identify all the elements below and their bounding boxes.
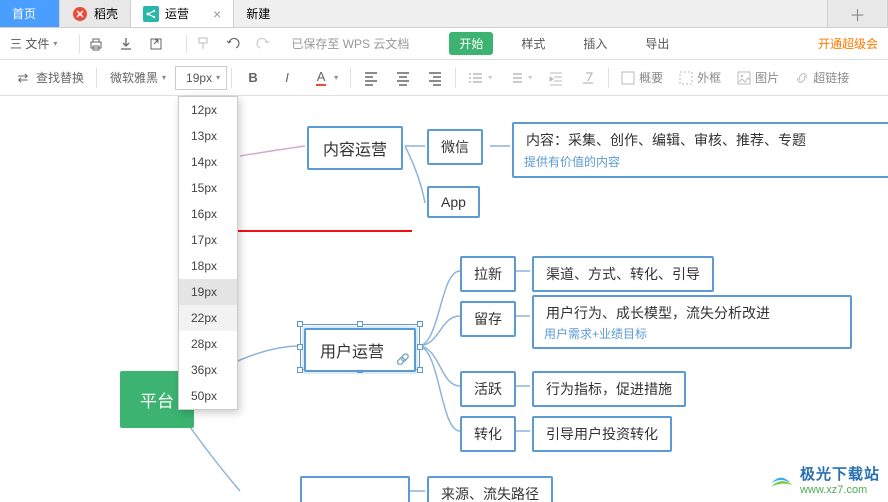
font-size-option[interactable]: 14px bbox=[179, 149, 237, 175]
format-painter-icon[interactable] bbox=[195, 36, 211, 52]
font-size-dropdown[interactable]: 12px13px14px15px16px17px18px19px22px28px… bbox=[178, 96, 238, 410]
tab-home-label: 首页 bbox=[12, 5, 36, 22]
download-icon[interactable] bbox=[118, 36, 134, 52]
font-size-label: 19px bbox=[186, 71, 212, 85]
format-toolbar: ⇄ 查找替换 微软雅黑▾ 19px▾ B I A▾ ▾ ▾ 概要 外框 图片 超… bbox=[0, 60, 888, 96]
node-app[interactable]: App bbox=[427, 186, 480, 218]
mindmap-canvas[interactable]: 平台 内容运营 微信 App 内容：采集、创作、编辑、审核、推荐、专题 提供有价… bbox=[0, 96, 888, 502]
tab-active-label: 运营 bbox=[165, 5, 189, 22]
link-icon: 🔗 bbox=[396, 353, 410, 366]
node-active-desc[interactable]: 行为指标，促进措施 bbox=[532, 371, 686, 407]
outline-label: 概要 bbox=[639, 69, 663, 86]
font-size-option[interactable]: 28px bbox=[179, 331, 237, 357]
node-wechat[interactable]: 微信 bbox=[427, 129, 483, 165]
save-status: 已保存至 WPS 云文档 bbox=[291, 35, 409, 52]
node-source[interactable]: 来源、流失路径 bbox=[427, 476, 553, 502]
find-replace-label: 查找替换 bbox=[36, 69, 84, 86]
watermark-logo bbox=[768, 467, 794, 493]
node-content-note: 提供有价值的内容 bbox=[524, 153, 620, 170]
tab-active[interactable]: 运营 × bbox=[131, 0, 234, 27]
file-menu[interactable]: 三 文件▾ bbox=[10, 35, 57, 52]
tab-new[interactable]: 新建 bbox=[234, 0, 828, 27]
font-size-option[interactable]: 12px bbox=[179, 97, 237, 123]
clear-format-button[interactable] bbox=[572, 65, 604, 91]
file-menu-label: 三 文件 bbox=[10, 35, 49, 52]
node-user-ops[interactable]: 用户运营 🔗 bbox=[304, 328, 416, 372]
redo-icon[interactable] bbox=[255, 36, 271, 52]
node-pull-new[interactable]: 拉新 bbox=[460, 256, 516, 292]
font-size-option[interactable]: 18px bbox=[179, 253, 237, 279]
list-button[interactable]: ▾ bbox=[460, 65, 500, 91]
font-size-option[interactable]: 36px bbox=[179, 357, 237, 383]
docker-icon bbox=[72, 6, 88, 22]
upgrade-link[interactable]: 开通超级会 bbox=[818, 35, 878, 52]
bold-button[interactable]: B bbox=[236, 65, 270, 91]
frame-button[interactable]: 外框 bbox=[671, 65, 729, 91]
tab-home[interactable]: 首页 bbox=[0, 0, 60, 27]
node-retain[interactable]: 留存 bbox=[460, 301, 516, 337]
find-replace[interactable]: ⇄ 查找替换 bbox=[6, 65, 92, 91]
hyperlink-button[interactable]: 超链接 bbox=[787, 65, 857, 91]
node-content-ops[interactable]: 内容运营 bbox=[307, 126, 403, 170]
node-retain-desc[interactable]: 用户行为、成长模型，流失分析改进 用户需求+业绩目标 bbox=[532, 295, 852, 349]
menu-style[interactable]: 样式 bbox=[511, 32, 555, 55]
node-pull-new-desc[interactable]: 渠道、方式、转化、引导 bbox=[532, 256, 714, 292]
tab-bar: 首页 稻壳 运营 × 新建 ＋ bbox=[0, 0, 888, 28]
undo-icon[interactable] bbox=[225, 36, 241, 52]
font-size-option[interactable]: 22px bbox=[179, 305, 237, 331]
numbered-list-button[interactable]: ▾ bbox=[500, 65, 540, 91]
font-size-option[interactable]: 17px bbox=[179, 227, 237, 253]
arrows-icon: ⇄ bbox=[14, 69, 32, 87]
italic-button[interactable]: I bbox=[270, 65, 304, 91]
print-icon[interactable] bbox=[88, 36, 104, 52]
share-icon[interactable] bbox=[148, 36, 164, 52]
indent-button[interactable] bbox=[540, 65, 572, 91]
watermark-url: www.xz7.com bbox=[800, 484, 880, 496]
font-size-select[interactable]: 19px▾ bbox=[175, 66, 227, 90]
node-bottom-blank[interactable] bbox=[300, 476, 410, 502]
align-left-button[interactable] bbox=[355, 65, 387, 91]
node-content-desc[interactable]: 内容：采集、创作、编辑、审核、推荐、专题 提供有价值的内容 bbox=[512, 122, 888, 178]
menu-insert[interactable]: 插入 bbox=[573, 32, 617, 55]
image-label: 图片 bbox=[755, 69, 779, 86]
node-retain-note: 用户需求+业绩目标 bbox=[544, 325, 647, 342]
watermark-name: 极光下载站 bbox=[800, 463, 880, 484]
menu-export[interactable]: 导出 bbox=[635, 32, 679, 55]
font-size-option[interactable]: 50px bbox=[179, 383, 237, 409]
hyperlink-label: 超链接 bbox=[813, 69, 849, 86]
watermark: 极光下载站 www.xz7.com bbox=[768, 463, 880, 496]
font-size-option[interactable]: 16px bbox=[179, 201, 237, 227]
image-button[interactable]: 图片 bbox=[729, 65, 787, 91]
node-convert-desc[interactable]: 引导用户投资转化 bbox=[532, 416, 672, 452]
node-user-ops-text: 用户运营 bbox=[320, 344, 384, 361]
mindmap-icon bbox=[143, 6, 159, 22]
main-toolbar: 三 文件▾ 已保存至 WPS 云文档 开始 样式 插入 导出 开通超级会 bbox=[0, 28, 888, 60]
tab-add[interactable]: ＋ bbox=[828, 0, 888, 27]
node-active[interactable]: 活跃 bbox=[460, 371, 516, 407]
font-size-option[interactable]: 19px bbox=[179, 279, 237, 305]
align-right-button[interactable] bbox=[419, 65, 451, 91]
node-convert[interactable]: 转化 bbox=[460, 416, 516, 452]
frame-label: 外框 bbox=[697, 69, 721, 86]
menu-start[interactable]: 开始 bbox=[449, 32, 493, 55]
tab-docker[interactable]: 稻壳 bbox=[60, 0, 131, 27]
outline-button[interactable]: 概要 bbox=[613, 65, 671, 91]
node-content-desc-text: 内容：采集、创作、编辑、审核、推荐、专题 bbox=[526, 132, 806, 148]
align-center-button[interactable] bbox=[387, 65, 419, 91]
font-family-label: 微软雅黑 bbox=[110, 69, 158, 86]
font-family-select[interactable]: 微软雅黑▾ bbox=[101, 65, 175, 91]
close-icon[interactable]: × bbox=[213, 6, 221, 22]
font-color-button[interactable]: A▾ bbox=[304, 65, 346, 91]
font-size-option[interactable]: 13px bbox=[179, 123, 237, 149]
font-size-option[interactable]: 15px bbox=[179, 175, 237, 201]
node-retain-desc-text: 用户行为、成长模型，流失分析改进 bbox=[546, 305, 770, 321]
tab-docker-label: 稻壳 bbox=[94, 5, 118, 22]
tab-new-label: 新建 bbox=[246, 5, 270, 22]
